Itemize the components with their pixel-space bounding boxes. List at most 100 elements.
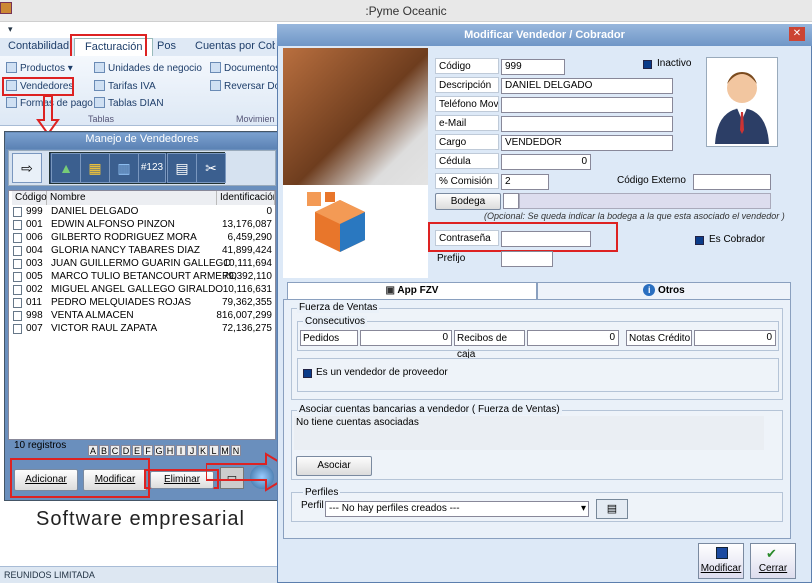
row-doc-icon [13, 324, 22, 334]
notas-credito-field[interactable]: 0 [694, 330, 776, 346]
letter-g[interactable]: G [154, 445, 164, 456]
perfil-select-value: --- No hay perfiles creados --- [329, 503, 460, 514]
tools-icon[interactable]: ✂ [196, 153, 226, 183]
label-es-cobrador: Es Cobrador [709, 234, 766, 245]
column-header-identificacion[interactable]: Identificación [217, 191, 275, 205]
map-folded-icon[interactable]: ▥ [109, 153, 139, 183]
contact-card-icon[interactable]: ▤ [596, 499, 628, 519]
group-label-tablas: Tablas [88, 114, 115, 124]
table-row[interactable]: 001 EDWIN ALFONSO PINZON 13,176,087 [10, 218, 272, 231]
cedula-field[interactable]: 0 [501, 154, 591, 170]
pedidos-field[interactable]: 0 [360, 330, 452, 346]
table-row[interactable]: 007 VICTOR RAUL ZAPATA 72,136,275 [10, 322, 272, 335]
letter-j[interactable]: J [187, 445, 197, 456]
label-cargo: Cargo [435, 134, 499, 150]
avatar [706, 57, 778, 147]
comision-field[interactable]: 2 [501, 174, 549, 190]
telefono-field[interactable] [501, 97, 673, 113]
number-icon[interactable]: #123 [138, 153, 166, 183]
cell-codigo: 002 [26, 284, 43, 295]
cell-nombre: GLORIA NANCY TABARES DIAZ [51, 245, 200, 256]
cell-nombre: EDWIN ALFONSO PINZON [51, 219, 175, 230]
tab-app-fzv[interactable]: ▣ App FZV [287, 282, 537, 300]
cube-logo-icon [307, 192, 365, 252]
modificar-button[interactable]: Modificar [83, 469, 147, 491]
codigo-externo-field[interactable] [693, 174, 771, 190]
asociar-button[interactable]: Asociar [296, 456, 372, 476]
app-title: :Pyme Oceanic [365, 4, 447, 18]
perfil-select[interactable]: --- No hay perfiles creados --- ▾ [325, 501, 589, 517]
table-row[interactable]: 004 GLORIA NANCY TABARES DIAZ 41,899,424 [10, 244, 272, 257]
tab-contabilidad[interactable]: Contabilidad [8, 40, 69, 52]
ribbon-documentos-label: Documentos [224, 63, 281, 74]
row-doc-icon [13, 246, 22, 256]
ribbon-reversar[interactable]: Reversar Do [210, 80, 280, 92]
contrasena-field[interactable] [501, 231, 591, 247]
cell-nombre: DANIEL DELGADO [51, 206, 139, 217]
letter-i[interactable]: I [176, 445, 186, 456]
descripcion-field[interactable]: DANIEL DELGADO [501, 78, 673, 94]
column-header-nombre[interactable]: Nombre [47, 191, 217, 205]
cerrar-button[interactable]: ✔ Cerrar [750, 543, 796, 579]
letter-b[interactable]: B [99, 445, 109, 456]
vendedor-proveedor-checkbox[interactable] [303, 369, 312, 378]
label-contrasena: Contraseña [435, 230, 499, 246]
ribbon-tablas-dian-label: Tablas DIAN [108, 98, 164, 109]
row-doc-icon [13, 207, 22, 217]
productos-icon [6, 62, 17, 73]
ribbon-tarifas-iva[interactable]: Tarifas IVA [94, 80, 156, 92]
check-close-icon: ✔ [766, 546, 777, 561]
modificar-save-button[interactable]: Modificar [698, 543, 744, 579]
ribbon-documentos[interactable]: Documentos [210, 62, 280, 74]
quick-access-dropdown[interactable]: ▾ [8, 24, 13, 35]
inactivo-checkbox[interactable] [643, 60, 652, 69]
recibos-field[interactable]: 0 [527, 330, 619, 346]
ribbon-productos[interactable]: Productos ▾ [6, 62, 73, 74]
es-cobrador-checkbox[interactable] [695, 236, 704, 245]
ribbon-unidades-de-negocio[interactable]: Unidades de negocio [94, 62, 202, 74]
label-codigo-externo: Código Externo [617, 175, 686, 186]
tab-otros[interactable]: i Otros [537, 282, 791, 300]
table-row[interactable]: 005 MARCO TULIO BETANCOURT ARMERO 79,392,1… [10, 270, 272, 283]
codigo-field[interactable]: 999 [501, 59, 565, 75]
letter-f[interactable]: F [143, 445, 153, 456]
close-icon[interactable]: ✕ [789, 27, 805, 41]
cargo-field[interactable]: VENDEDOR [501, 135, 673, 151]
row-doc-icon [13, 259, 22, 269]
grid-icon[interactable]: ▦ [80, 153, 110, 183]
exit-icon[interactable]: ⇨ [12, 153, 42, 183]
ribbon-tablas-dian[interactable]: Tablas DIAN [94, 97, 164, 109]
record-count: 10 registros [14, 440, 67, 451]
table-row[interactable]: 999 DANIEL DELGADO 0 [10, 205, 272, 218]
adicionar-button[interactable]: Adicionar [14, 469, 78, 491]
cell-nombre: PEDRO MELQUIADES ROJAS [51, 297, 192, 308]
tab-pos[interactable]: Pos [157, 40, 176, 52]
letter-h[interactable]: H [165, 445, 175, 456]
table-row[interactable]: 003 JUAN GUILLERMO GUARIN GALLEGO 10,111,6… [10, 257, 272, 270]
table-row[interactable]: 002 MIGUEL ANGEL GALLEGO GIRALDO 10,116,63… [10, 283, 272, 296]
dialog-title: Modificar Vendedor / Cobrador [277, 24, 812, 46]
eliminar-button[interactable]: Eliminar [150, 471, 214, 489]
letter-e[interactable]: E [132, 445, 142, 456]
contact-card-icon[interactable]: ▤ [167, 153, 197, 183]
column-header-codigo[interactable]: Código [12, 191, 47, 205]
save-icon [716, 547, 728, 559]
letter-c[interactable]: C [110, 445, 120, 456]
cell-identificacion: 79,362,355 [221, 297, 272, 308]
email-field[interactable] [501, 116, 673, 132]
info-icon: i [643, 284, 656, 296]
tab-cuentas-por-cobrar[interactable]: Cuentas por Cobrar [195, 40, 275, 52]
ribbon-reversar-label: Reversar Do [224, 81, 281, 92]
table-row[interactable]: 006 GILBERTO RODRIGUEZ MORA 6,459,290 [10, 231, 272, 244]
bodega-code-field[interactable] [503, 193, 519, 209]
bodega-button[interactable]: Bodega [435, 193, 501, 210]
row-doc-icon [13, 272, 22, 282]
letter-a[interactable]: A [88, 445, 98, 456]
map-icon[interactable]: ▲ [51, 153, 81, 183]
label-descripcion: Descripción [435, 77, 499, 93]
table-row[interactable]: 998 VENTA ALMACEN 816,007,299 [10, 309, 272, 322]
prefijo-field[interactable] [501, 251, 553, 267]
table-row[interactable]: 011 PEDRO MELQUIADES ROJAS 79,362,355 [10, 296, 272, 309]
letter-d[interactable]: D [121, 445, 131, 456]
ribbon-productos-label: Productos ▾ [20, 63, 73, 74]
